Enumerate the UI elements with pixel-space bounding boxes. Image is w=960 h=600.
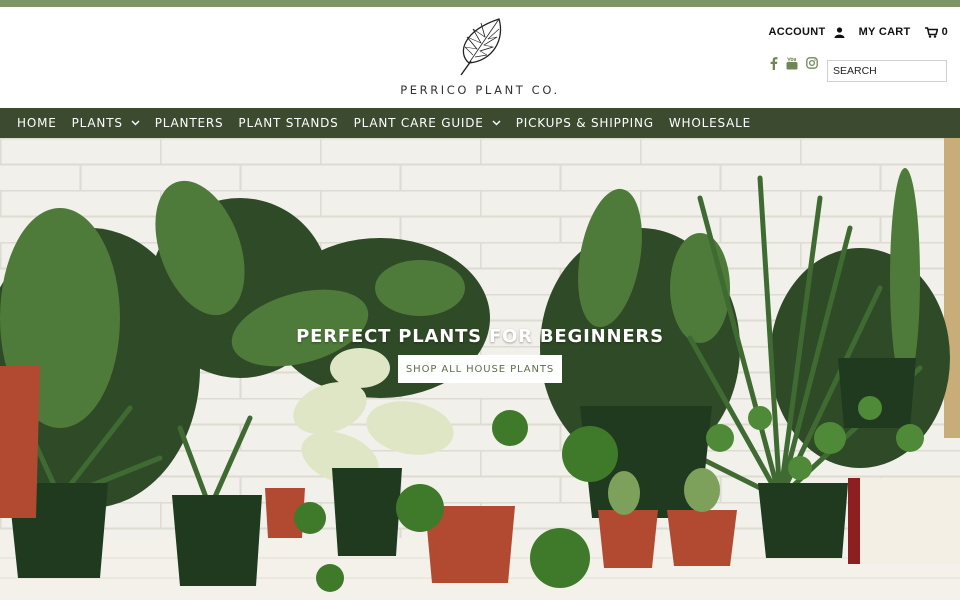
main-navigation: HOME PLANTS PLANTERS PLANT STANDS PLANT … [0,108,960,138]
nav-item-pickups-shipping[interactable]: PICKUPS & SHIPPING [516,116,654,130]
nav-item-home[interactable]: HOME [17,116,57,130]
nav-item-plant-care-guide[interactable]: PLANT CARE GUIDE [354,116,501,130]
chevron-down-icon [492,120,501,126]
nav-item-label: PLANTERS [154,116,224,130]
cart-count: 0 [941,26,948,38]
facebook-icon[interactable] [770,57,778,70]
leaf-logo-icon [460,18,502,76]
chevron-down-icon [131,120,140,126]
nav-item-planters[interactable]: PLANTERS [155,116,224,130]
nav-item-label: PLANTS [71,116,123,130]
nav-item-label: WHOLESALE [668,116,752,130]
youtube-icon[interactable] [786,57,798,70]
hero-title: PERFECT PLANTS FOR BEGINNERS [296,326,664,347]
nav-item-label: PLANT CARE GUIDE [353,116,484,130]
nav-item-plant-stands[interactable]: PLANT STANDS [238,116,338,130]
cart-icon[interactable] [924,26,938,38]
cart-link[interactable]: MY CART [859,26,911,38]
nav-item-label: PLANT STANDS [238,116,339,130]
utility-links: ACCOUNT MY CART 0 [768,26,948,38]
site-header: PERRICO PLANT CO. ACCOUNT MY CART 0 [0,7,960,108]
brand-logo[interactable]: PERRICO PLANT CO. [400,17,560,107]
hero-banner: PERFECT PLANTS FOR BEGINNERS SHOP ALL HO… [0,138,960,600]
nav-item-plants[interactable]: PLANTS [72,116,140,130]
user-icon[interactable] [834,26,845,38]
nav-item-wholesale[interactable]: WHOLESALE [669,116,751,130]
top-accent-strip [0,0,960,7]
brand-name: PERRICO PLANT CO. [400,83,560,97]
nav-item-label: PICKUPS & SHIPPING [515,116,654,130]
instagram-icon[interactable] [806,57,818,69]
nav-item-label: HOME [17,116,57,130]
account-link[interactable]: ACCOUNT [768,26,825,38]
shop-all-house-plants-button[interactable]: SHOP ALL HOUSE PLANTS [398,355,562,383]
search-input[interactable] [827,60,947,82]
social-links [770,57,818,70]
